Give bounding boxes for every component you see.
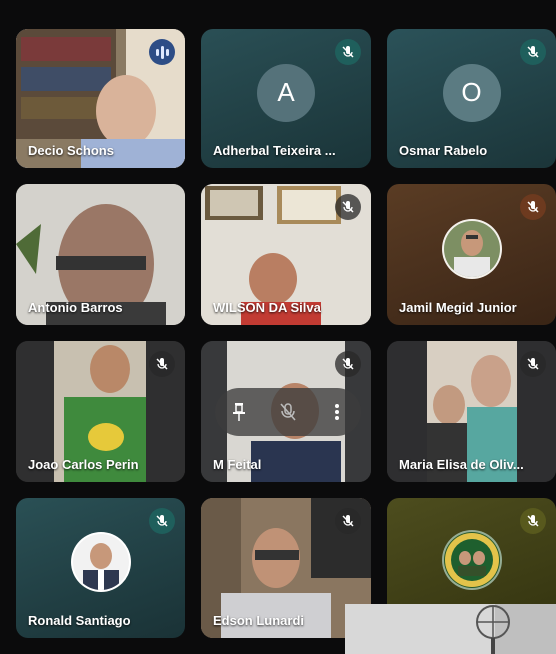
mic-off-icon: [335, 351, 361, 377]
participant-tile[interactable]: Antonio Barros: [16, 184, 185, 325]
mic-off-icon: [520, 351, 546, 377]
participant-name: Osmar Rabelo: [399, 143, 488, 158]
participant-tile[interactable]: Decio Schons: [16, 29, 185, 168]
participant-tile[interactable]: Jamil Megid Junior: [387, 184, 556, 325]
participant-tile[interactable]: O Osmar Rabelo: [387, 29, 556, 168]
participant-tile[interactable]: Ronald Santiago: [16, 498, 185, 638]
mute-icon[interactable]: [274, 398, 302, 426]
tile-hover-controls: [215, 388, 361, 436]
avatar: [70, 532, 131, 593]
participant-name: Ronald Santiago: [28, 613, 131, 628]
participant-name: Decio Schons: [28, 143, 114, 158]
pin-icon[interactable]: [225, 398, 253, 426]
avatar: O: [442, 63, 501, 122]
participant-grid: Decio Schons A Adherbal Teixeira ... O O…: [0, 0, 556, 654]
avatar: A: [257, 63, 315, 122]
participant-tile[interactable]: Joao Carlos Perin: [16, 341, 185, 482]
mic-off-icon: [335, 194, 361, 220]
participant-tile[interactable]: WILSON DA Silva: [201, 184, 371, 325]
avatar: [441, 218, 502, 279]
participant-name: Joao Carlos Perin: [28, 457, 139, 472]
participant-name: Jamil Megid Junior: [399, 300, 517, 315]
mic-off-icon: [520, 508, 546, 534]
mic-off-icon: [520, 39, 546, 65]
mic-off-icon: [149, 508, 175, 534]
participant-tile[interactable]: A Adherbal Teixeira ...: [201, 29, 371, 168]
self-view-video: [345, 604, 556, 654]
participant-name: M Feital: [213, 457, 262, 472]
participant-name: WILSON DA Silva: [213, 300, 321, 315]
avatar: [441, 529, 502, 590]
participant-name: Antonio Barros: [28, 300, 123, 315]
participant-name: Maria Elisa de Oliv...: [399, 457, 524, 472]
mic-off-icon: [335, 39, 361, 65]
speaking-indicator-icon: [149, 39, 175, 65]
mic-off-icon: [149, 351, 175, 377]
participant-tile[interactable]: Maria Elisa de Oliv...: [387, 341, 556, 482]
more-options-icon[interactable]: [323, 398, 351, 426]
mic-off-icon: [520, 194, 546, 220]
participant-name: Adherbal Teixeira ...: [213, 143, 336, 158]
participant-name: Edson Lunardi: [213, 613, 304, 628]
mic-off-icon: [335, 508, 361, 534]
self-view[interactable]: [345, 604, 556, 654]
